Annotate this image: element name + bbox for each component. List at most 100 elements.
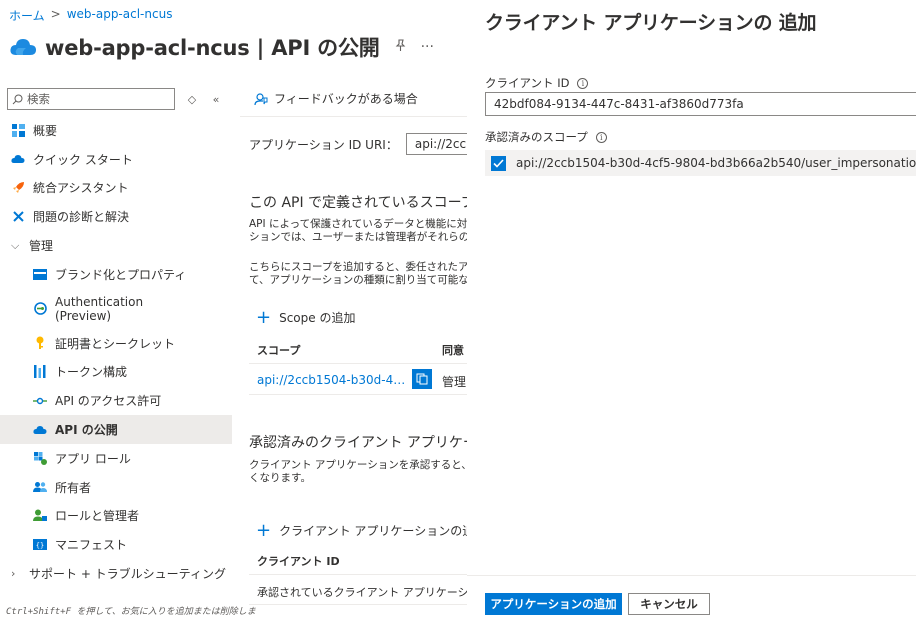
breadcrumb-home[interactable]: ホーム [9, 7, 45, 24]
authorized-scopes-label: 承認済みのスコープ [485, 130, 588, 144]
chevron-down-icon: ⌵ [11, 238, 20, 252]
panel-title: クライアント アプリケーションの 追加 [485, 12, 817, 34]
sidebar-item-label: Authentication [55, 294, 144, 309]
sidebar-item-label: アプリ ロール [55, 451, 131, 466]
search-input[interactable]: 検索 [7, 88, 175, 110]
sidebar-item-roles-admins[interactable]: ロールと管理者 [0, 502, 232, 531]
authorized-scope-option[interactable]: api://2ccb1504-b30d-4cf5-9804-bd3b66a2b5… [485, 150, 916, 176]
sidebar-item-label: 概要 [33, 123, 58, 138]
table-header-divider [249, 574, 472, 575]
sidebar-item-certificates[interactable]: 証明書とシークレット [0, 329, 232, 358]
sidebar-item-integration-assistant[interactable]: 統合アシスタント [0, 174, 232, 203]
sidebar-item-label: サポート + トラブルシューティング [29, 567, 226, 582]
search-placeholder: 検索 [27, 92, 50, 106]
scope-link[interactable]: api://2ccb1504-b30d-4… [257, 373, 405, 387]
sidebar-item-app-roles[interactable]: アプリ ロール [0, 444, 232, 473]
sidebar-item-label: 問題の診断と解決 [33, 210, 130, 225]
api-permission-icon [33, 394, 47, 408]
authorized-description-line: クライアント アプリケーションを承認すると、この A [249, 459, 472, 471]
app-id-uri-row: アプリケーション ID URI： api://2ccb150 [249, 133, 472, 155]
rocket-icon [11, 181, 25, 195]
scopes-description-line: こちらにスコープを追加すると、委任されたアクセ [249, 261, 472, 273]
sidebar: 検索 ◇ « 概要 クイック スタート 統合アシスタント 問題の診断と解決 ⌵ … [0, 82, 256, 618]
main-content: フィードバックがある場合 アプリケーション ID URI： api://2ccb… [232, 82, 472, 618]
info-icon[interactable]: i [577, 77, 589, 89]
cancel-button[interactable]: キャンセル [628, 593, 710, 615]
authentication-icon [33, 302, 47, 316]
keyboard-hint: Ctrl+Shift+F を押して、お気に入りを追加または削除しま [6, 607, 256, 617]
column-header-scope[interactable]: スコープ [257, 342, 300, 358]
sidebar-item-token-config[interactable]: トークン構成 [0, 358, 232, 387]
copy-to-clipboard-button[interactable] [412, 369, 432, 389]
scopes-description-line: API によって保護されているデータと機能に対す [249, 218, 472, 230]
empty-table-message: 承認されているクライアント アプリケーションはあ [257, 586, 472, 599]
sidebar-item-expose-api[interactable]: API の公開 [0, 415, 232, 444]
overview-icon [11, 123, 25, 137]
sidebar-item-manifest[interactable]: {} マニフェスト [0, 530, 232, 559]
scope-consent-value: 管理 [442, 375, 467, 389]
sidebar-item-label: トークン構成 [55, 365, 128, 380]
sidebar-item-diagnose[interactable]: 問題の診断と解決 [0, 202, 232, 231]
app-id-uri-value: api://2ccb150 [414, 137, 472, 151]
info-icon[interactable]: i [595, 131, 607, 143]
app-id-uri-field[interactable]: api://2ccb150 [405, 133, 472, 155]
branding-icon [33, 267, 47, 281]
token-icon [33, 365, 47, 379]
copy-icon [416, 373, 428, 385]
expand-toggle-icon[interactable]: ◇ [185, 93, 199, 106]
roles-admins-icon [33, 509, 47, 523]
sidebar-item-label-suffix: (Preview) [55, 308, 112, 323]
sidebar-item-api-permissions[interactable]: API のアクセス許可 [0, 386, 232, 415]
client-id-value: 42bdf084-9134-447c-8431-af3860d773fa [494, 97, 744, 111]
sidebar-item-label: 統合アシスタント [33, 181, 129, 196]
sidebar-item-label-wrap: Authentication (Preview) [55, 295, 143, 323]
plus-icon: + [256, 306, 272, 328]
add-client-app-label: クライアント アプリケーションの追加 [279, 524, 472, 538]
sidebar-item-overview[interactable]: 概要 [0, 116, 232, 145]
chevron-right-icon: › [11, 567, 16, 581]
sidebar-group-support[interactable]: › サポート + トラブルシューティング [0, 559, 232, 588]
sidebar-search-row: 検索 ◇ « [7, 88, 223, 110]
add-client-application-panel: クライアント アプリケーションの 追加 クライアント ID i 42bdf084… [467, 0, 916, 618]
scopes-section-title: この API で定義されているスコープ [249, 195, 472, 211]
sidebar-item-quickstart[interactable]: クイック スタート [0, 145, 232, 174]
sidebar-nav: 概要 クイック スタート 統合アシスタント 問題の診断と解決 ⌵ 管理 ブランド… [0, 116, 232, 588]
table-row-divider [249, 394, 472, 395]
sidebar-item-label: API の公開 [55, 423, 118, 438]
pin-icon[interactable] [394, 38, 407, 56]
sidebar-group-manage[interactable]: ⌵ 管理 [0, 231, 232, 260]
page-header: web-app-acl-ncus | API の公開 ··· [9, 32, 434, 62]
scopes-description-line: て、アプリケーションの種類に割り当て可能なア [249, 274, 472, 286]
add-client-app-button[interactable]: + クライアント アプリケーションの追加 [256, 519, 472, 541]
sidebar-item-label: ロールと管理者 [55, 509, 140, 524]
collapse-sidebar-icon[interactable]: « [209, 93, 223, 106]
plus-icon: + [256, 519, 272, 541]
app-id-uri-label: アプリケーション ID URI： [249, 137, 398, 152]
column-header-consent[interactable]: 同意 [442, 342, 464, 358]
sidebar-item-label: 管理 [29, 239, 54, 254]
feedback-button[interactable]: フィードバックがある場合 [254, 90, 418, 107]
scopes-description: API によって保護されているデータと機能に対す ションでは、ユーザーまたは管理… [249, 218, 472, 244]
more-icon[interactable]: ··· [421, 39, 434, 55]
add-application-button[interactable]: アプリケーションの追加 [485, 593, 622, 615]
key-icon [33, 336, 47, 350]
panel-footer-divider [467, 575, 916, 576]
sidebar-item-label: API のアクセス許可 [55, 394, 162, 409]
cloud-icon [11, 152, 25, 166]
toolbar-divider [240, 116, 472, 117]
feedback-label: フィードバックがある場合 [274, 92, 418, 106]
add-scope-button[interactable]: + Scope の追加 [256, 306, 355, 328]
client-id-input[interactable]: 42bdf084-9134-447c-8431-af3860d773fa [485, 92, 916, 116]
breadcrumb: ホーム > web-app-acl-ncus [9, 7, 172, 24]
checkmark-icon [493, 158, 504, 168]
authorized-apps-description: クライアント アプリケーションを承認すると、この A くなります。 [249, 459, 472, 485]
column-header-client-id[interactable]: クライアント ID [257, 553, 340, 569]
sidebar-item-label: マニフェスト [55, 538, 128, 553]
scope-checkbox[interactable] [491, 155, 506, 171]
sidebar-item-label: ブランド化とプロパティ [55, 267, 187, 282]
sidebar-item-owners[interactable]: 所有者 [0, 473, 232, 502]
sidebar-item-branding[interactable]: ブランド化とプロパティ [0, 260, 232, 289]
breadcrumb-current[interactable]: web-app-acl-ncus [67, 7, 173, 24]
sidebar-item-authentication[interactable]: Authentication (Preview) [0, 289, 232, 329]
client-id-label-row: クライアント ID i [485, 75, 589, 91]
